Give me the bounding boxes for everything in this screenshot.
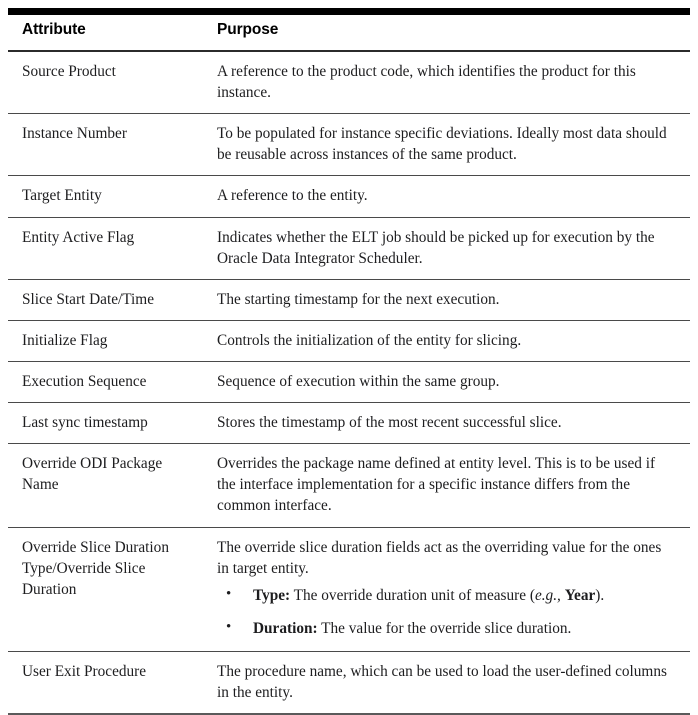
attribute-cell: Last sync timestamp (8, 402, 211, 445)
purpose-cell: Overrides the package name defined at en… (211, 443, 690, 528)
purpose-text: The starting timestamp for the next exec… (217, 290, 500, 308)
attribute-cell: Initialize Flag (8, 320, 211, 362)
table-row: Source Product A reference to the product… (8, 51, 690, 115)
bullet-italic-note: e.g., (534, 586, 561, 604)
purpose-cell: A reference to the entity. (211, 175, 690, 218)
table-body: Source Product A reference to the product… (8, 51, 690, 715)
bullet-text-after: ). (595, 586, 605, 604)
purpose-cell: Stores the timestamp of the most recent … (211, 402, 690, 445)
table-row: Target Entity A reference to the entity. (8, 175, 690, 218)
table-row: Entity Active Flag Indicates whether the … (8, 217, 690, 280)
purpose-text: The procedure name, which can be used to… (217, 662, 667, 702)
purpose-cell: The override slice duration fields act a… (211, 527, 690, 652)
purpose-text: Controls the initialization of the entit… (217, 331, 522, 349)
table-row: Last sync timestamp Stores the timestamp … (8, 402, 690, 445)
purpose-cell: A reference to the product code, which i… (211, 51, 690, 115)
table-row: Instance Number To be populated for insta… (8, 113, 690, 177)
table-row: Execution Sequence Sequence of execution … (8, 361, 690, 404)
attribute-cell: Override ODI Package Name (8, 443, 211, 528)
purpose-cell: Indicates whether the ELT job should be … (211, 217, 690, 280)
attribute-cell: Slice Start Date/Time (8, 279, 211, 321)
attribute-cell: Execution Sequence (8, 361, 211, 404)
purpose-cell: Controls the initialization of the entit… (211, 320, 690, 362)
purpose-cell: Sequence of execution within the same gr… (211, 361, 690, 404)
purpose-text: To be populated for instance specific de… (217, 125, 667, 164)
table-row: User Exit Procedure The procedure name, w… (8, 651, 690, 715)
table-row: Override ODI Package Name Overrides the p… (8, 443, 690, 528)
purpose-text: Stores the timestamp of the most recent … (217, 414, 562, 432)
purpose-bullet-item: Duration: The value for the override sli… (217, 617, 676, 639)
bullet-text-before: The value for the override slice duratio… (321, 619, 572, 637)
purpose-cell: To be populated for instance specific de… (211, 113, 690, 177)
document-page: Attribute Purpose Source Product A refere… (0, 0, 698, 715)
purpose-text: Indicates whether the ELT job should be … (217, 228, 655, 267)
column-header-purpose: Purpose (211, 8, 690, 52)
attribute-cell: Override Slice Duration Type/Override Sl… (8, 527, 211, 652)
table-row: Initialize Flag Controls the initializati… (8, 320, 690, 362)
attribute-cell: Target Entity (8, 175, 211, 218)
purpose-text: The override slice duration fields act a… (217, 538, 662, 577)
purpose-text: A reference to the entity. (217, 187, 368, 205)
bullet-bold-example: Year (564, 586, 596, 604)
attribute-cell: Instance Number (8, 113, 211, 177)
purpose-text: A reference to the product code, which i… (217, 63, 636, 102)
attribute-cell: Source Product (8, 51, 211, 115)
table-header: Attribute Purpose (8, 8, 690, 52)
bullet-label: Type: (253, 586, 291, 604)
purpose-cell: The starting timestamp for the next exec… (211, 279, 690, 321)
bullet-label: Duration: (253, 619, 318, 637)
attribute-purpose-table: Attribute Purpose Source Product A refere… (8, 8, 690, 715)
table-row: Slice Start Date/Time The starting timest… (8, 279, 690, 321)
column-header-attribute: Attribute (8, 8, 211, 52)
purpose-cell: The procedure name, which can be used to… (211, 651, 690, 715)
purpose-bullet-list: Type: The override duration unit of meas… (217, 584, 676, 639)
bullet-text-before: The override duration unit of measure ( (293, 586, 535, 604)
table-row: Override Slice Duration Type/Override Sl… (8, 527, 690, 652)
table-header-row: Attribute Purpose (8, 8, 690, 52)
attribute-cell: Entity Active Flag (8, 217, 211, 280)
purpose-text: Overrides the package name defined at en… (217, 455, 656, 515)
purpose-bullet-item: Type: The override duration unit of meas… (217, 584, 676, 606)
purpose-text: Sequence of execution within the same gr… (217, 372, 500, 390)
attribute-cell: User Exit Procedure (8, 651, 211, 715)
